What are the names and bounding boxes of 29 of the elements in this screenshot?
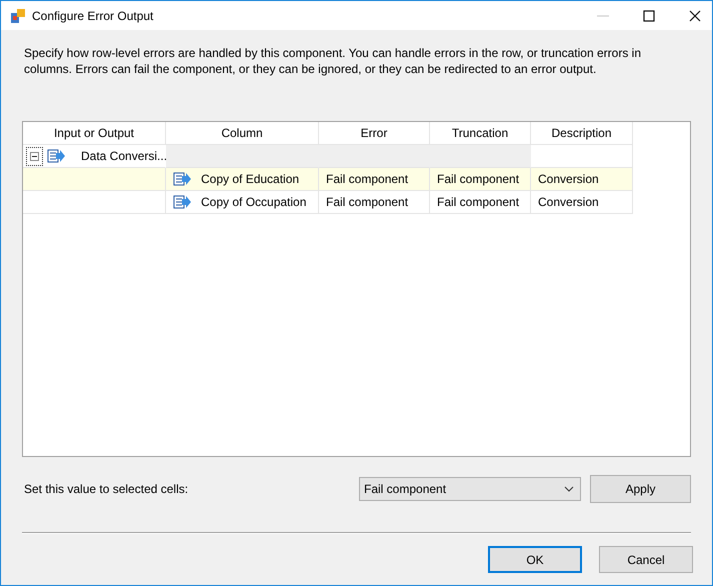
grid-row[interactable]: Copy of Occupation Fail component Fail component Conversion [23,191,690,214]
table-cell: Fail component [437,195,520,209]
app-icon [10,8,26,24]
output-name[interactable]: Data Conversi... [81,149,168,163]
window-title: Configure Error Output [32,8,154,22]
grid-row[interactable]: Copy of Education Fail component Fail component Conversion [23,168,690,191]
value-dropdown[interactable]: Fail component [359,477,581,501]
column-name: Copy of Education [201,172,300,186]
table-cell: Conversion [538,195,599,209]
table-cell: Fail component [326,172,408,186]
column-icon [173,172,191,186]
instructions-text: Specify how row-level errors are handled by this component. You can handle errors in the row, or truncation errors in columns. Errors can fail the component, or they can be ignored, or they can be redirected to an error output. [24,45,642,77]
column-icon [173,195,191,209]
dialog-button[interactable]: Cancel [599,546,693,573]
table-cell: Fail component [437,172,520,186]
collapse-toggle[interactable] [26,146,43,166]
column-name: Copy of Occupation [201,195,306,209]
table-cell: Fail component [326,195,408,209]
maximize-icon[interactable] [643,10,655,22]
column-header[interactable]: Description [531,122,633,145]
dialog-button[interactable]: OK [488,546,582,573]
set-value-label: Set this value to selected cells: [24,482,190,496]
table-cell: Conversion [538,172,599,186]
chevron-down-icon [564,486,574,492]
column-header[interactable]: Input or Output [23,122,166,145]
close-icon[interactable] [689,10,701,22]
apply-button[interactable]: Apply [590,475,691,503]
group-row[interactable]: Data Conversi... [23,145,633,168]
output-icon [47,149,65,163]
